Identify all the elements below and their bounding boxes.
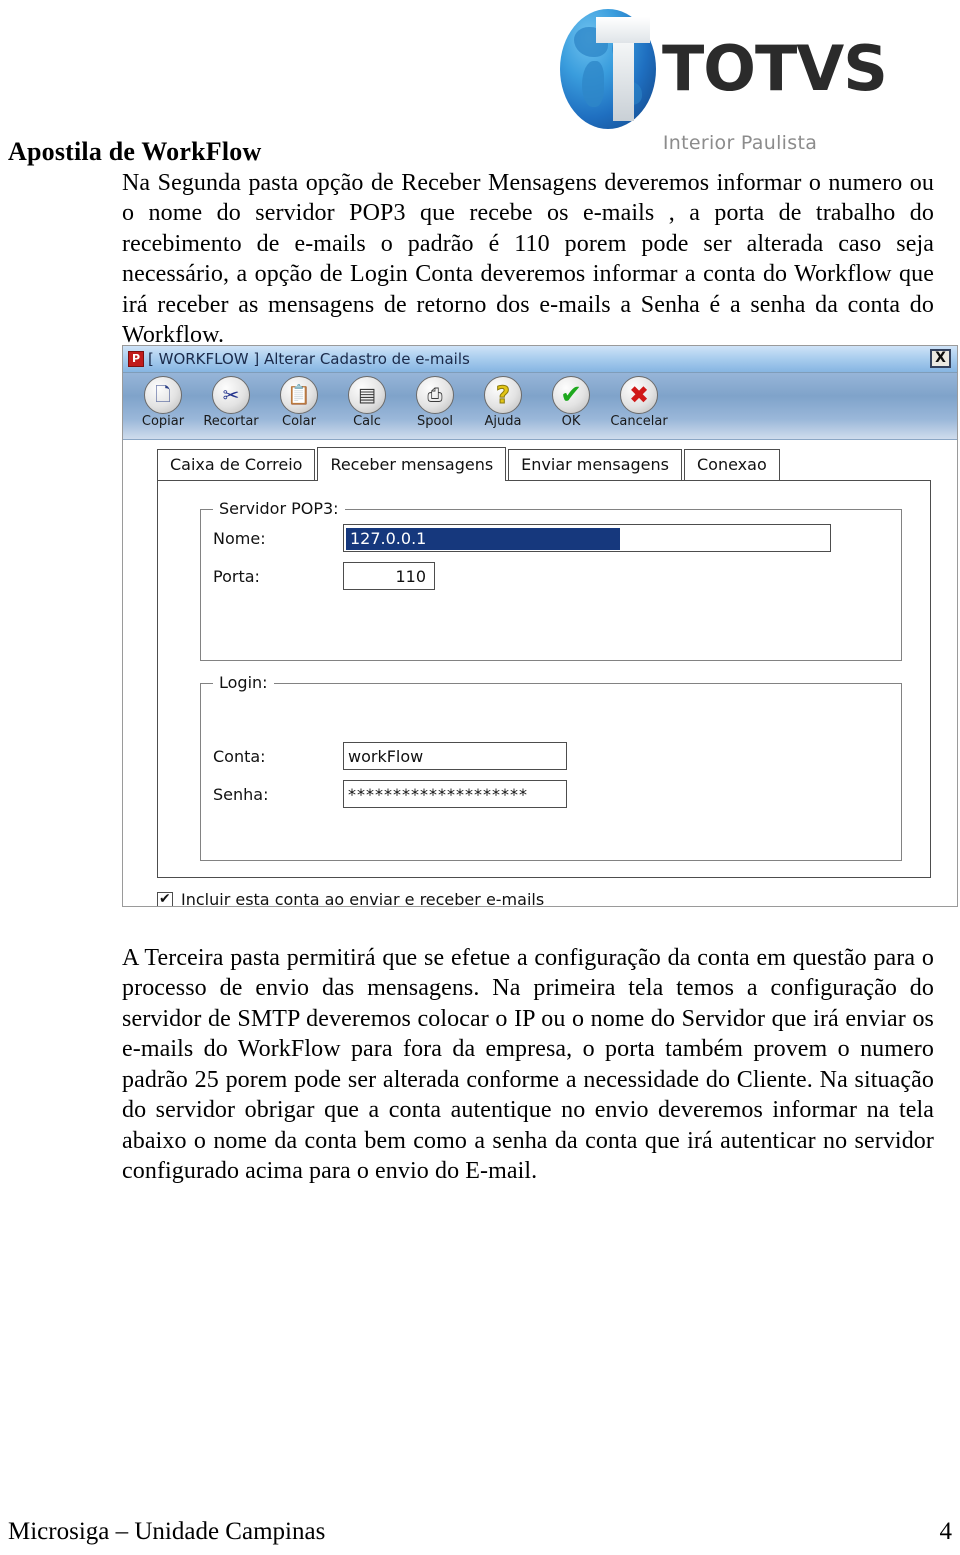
field-row-conta: Conta: workFlow — [213, 742, 901, 770]
check-icon: ✔ — [552, 376, 590, 414]
toolbar-button-calc[interactable]: ▤ Calc — [333, 376, 401, 429]
toolbar-label: Colar — [282, 414, 316, 429]
footer-page-number: 4 — [939, 1518, 953, 1545]
toolbar-button-recortar[interactable]: ✂ Recortar — [197, 376, 265, 429]
tab-conexao[interactable]: Conexao — [684, 449, 780, 480]
field-row-senha: Senha: ******************** — [213, 780, 901, 808]
dialog-titlebar: P [ WORKFLOW ] Alterar Cadastro de e-mai… — [123, 346, 957, 373]
toolbar-label: Spool — [416, 414, 454, 429]
senha-input[interactable]: ******************** — [343, 780, 567, 808]
toolbar-button-cancelar[interactable]: ✖ Cancelar — [605, 376, 673, 429]
calc-icon: ▤ — [348, 376, 386, 414]
porta-input[interactable]: 110 — [343, 562, 435, 590]
copy-icon: 🗋 — [144, 376, 182, 414]
logo-subtitle: Interior Paulista — [662, 132, 818, 154]
workflow-email-dialog: P [ WORKFLOW ] Alterar Cadastro de e-mai… — [122, 345, 958, 907]
page-title: Apostila de WorkFlow — [8, 137, 262, 166]
label-nome: Nome: — [213, 528, 266, 548]
cross-icon: ✖ — [620, 376, 658, 414]
dialog-title: [ WORKFLOW ] Alterar Cadastro de e-mails — [148, 350, 470, 368]
totvs-t-mark — [596, 17, 650, 121]
paste-icon: 📋 — [280, 376, 318, 414]
toolbar-button-spool[interactable]: ⎙ Spool — [401, 376, 469, 429]
conta-input[interactable]: workFlow — [343, 742, 567, 770]
toolbar-label: Ajuda — [484, 414, 522, 429]
label-porta: Porta: — [213, 566, 260, 586]
checkbox-label: Incluir esta conta ao enviar e receber e… — [181, 890, 545, 907]
tab-receber-mensagens[interactable]: Receber mensagens — [317, 447, 507, 481]
field-row-nome: Nome: 127.0.0.1 — [213, 524, 901, 552]
field-row-porta: Porta: 110 — [213, 562, 901, 590]
globe-icon — [560, 9, 656, 129]
paragraph-below-screenshot: A Terceira pasta permitirá que se efetue… — [122, 945, 934, 1185]
include-account-checkbox-row[interactable]: Incluir esta conta ao enviar e receber e… — [157, 890, 945, 907]
app-icon: P — [128, 351, 144, 367]
toolbar-button-copiar[interactable]: 🗋 Copiar — [129, 376, 197, 429]
label-conta: Conta: — [213, 746, 266, 766]
help-icon: ? — [484, 376, 522, 414]
nome-input[interactable]: 127.0.0.1 — [343, 524, 831, 552]
checkbox-icon[interactable] — [157, 891, 173, 906]
group-title-login: Login: — [213, 673, 274, 692]
toolbar-button-ok[interactable]: ✔ OK — [537, 376, 605, 429]
nome-input-value: 127.0.0.1 — [346, 528, 620, 550]
toolbar-button-ajuda[interactable]: ? Ajuda — [469, 376, 537, 429]
paragraph-above-screenshot: Na Segunda pasta opção de Receber Mensag… — [122, 170, 934, 349]
tab-panel-receber-mensagens: Servidor POP3: Nome: 127.0.0.1 Porta: 11… — [157, 480, 931, 878]
dialog-toolbar: 🗋 Copiar ✂ Recortar 📋 Colar ▤ Calc ⎙ Spo… — [123, 373, 957, 440]
toolbar-label: Cancelar — [610, 414, 668, 429]
group-login: Login: Conta: workFlow Senha: **********… — [200, 673, 902, 861]
dialog-client-area: Caixa de Correio Receber mensagens Envia… — [123, 440, 957, 907]
toolbar-button-colar[interactable]: 📋 Colar — [265, 376, 333, 429]
toolbar-label: OK — [561, 414, 581, 429]
toolbar-label: Recortar — [203, 414, 259, 429]
group-title-pop3: Servidor POP3: — [213, 499, 345, 518]
footer-left-text: Microsiga – Unidade Campinas — [8, 1518, 326, 1545]
group-servidor-pop3: Servidor POP3: Nome: 127.0.0.1 Porta: 11… — [200, 499, 902, 661]
label-senha: Senha: — [213, 784, 269, 804]
toolbar-label: Calc — [353, 414, 381, 429]
totvs-logo: TOTVS Interior Paulista — [560, 8, 920, 158]
scissors-icon: ✂ — [212, 376, 250, 414]
close-icon[interactable]: X — [930, 349, 951, 368]
logo-row: TOTVS — [560, 8, 920, 130]
logo-wordmark: TOTVS — [662, 32, 888, 105]
tab-strip: Caixa de Correio Receber mensagens Envia… — [157, 447, 945, 481]
page-footer: Microsiga – Unidade Campinas 4 — [8, 1518, 952, 1546]
tab-caixa-de-correio[interactable]: Caixa de Correio — [157, 449, 316, 480]
toolbar-label: Copiar — [141, 414, 185, 429]
tab-enviar-mensagens[interactable]: Enviar mensagens — [508, 449, 682, 480]
printer-icon: ⎙ — [416, 376, 454, 414]
